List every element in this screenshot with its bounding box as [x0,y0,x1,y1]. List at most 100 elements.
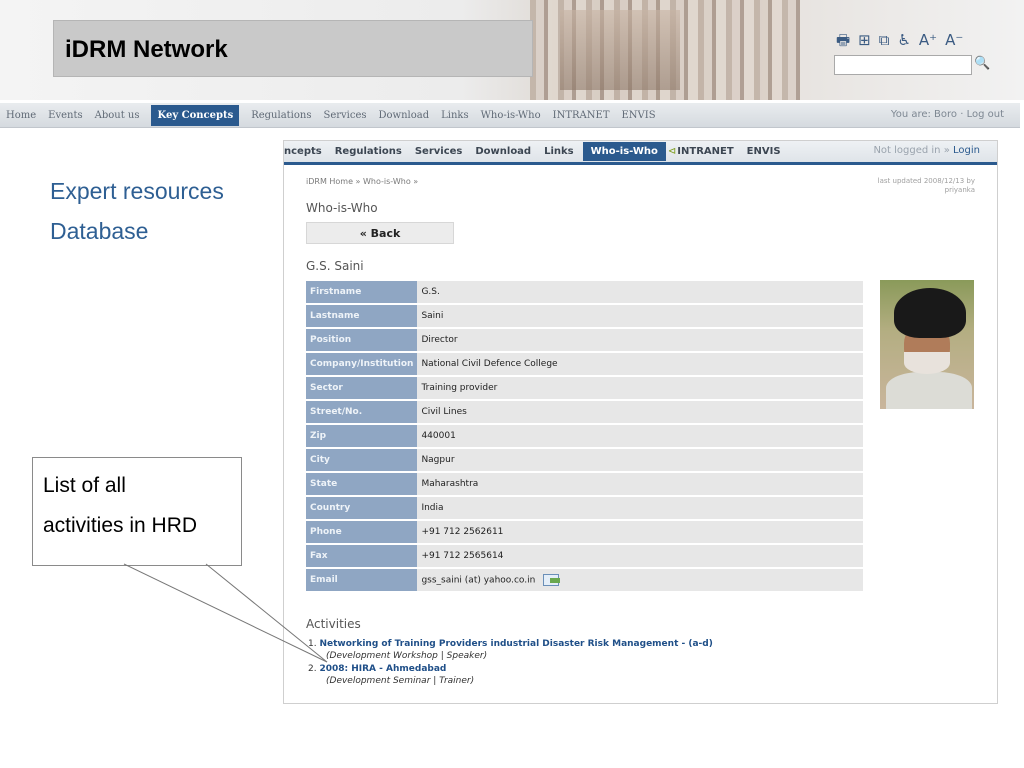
search-icon[interactable]: 🔍 [974,56,990,71]
field-value: Saini [417,305,863,327]
callout-line-1: List of all [43,474,126,497]
accessibility-icon[interactable]: ♿ [897,31,910,49]
field-label: Firstname [306,281,418,303]
activity-number: 2. [308,664,317,674]
outer-nav-links[interactable]: Links [441,110,468,121]
inner-nav-links[interactable]: Links [544,146,574,157]
outer-nav-envis[interactable]: ENVIS [622,110,656,121]
callout-box: List of all activities in HRD [32,457,242,566]
details-table: Firstname G.S. Lastname Saini Position Dire… [306,279,863,593]
outer-nav-download[interactable]: Download [379,110,430,121]
field-label: Fax [306,545,418,567]
field-label: Sector [306,377,418,399]
field-value: G.S. [417,281,863,303]
font-decrease-icon[interactable]: A⁻ [945,31,963,49]
list-item: 2. 2008: HIRA - Ahmedabad (Development S… [308,664,713,686]
slide-title: iDRM Network [65,36,228,63]
table-row: Zip 440001 [306,425,863,447]
inner-nav-regulations[interactable]: Regulations [335,146,402,157]
page-title: Who-is-Who [306,201,378,215]
back-button[interactable]: « Back [306,222,454,244]
table-row: Sector Training provider [306,377,863,399]
field-value: 440001 [417,425,863,447]
bullet-expert-resources: Expert resources [50,178,224,204]
table-row: Lastname Saini [306,305,863,327]
inner-nav-intranet[interactable]: INTRANET [677,146,733,157]
field-label: Country [306,497,418,519]
inner-nav-download[interactable]: Download [475,146,531,157]
print-icon[interactable]: 🖶 [836,31,850,49]
table-row: Country India [306,497,863,519]
sitemap-icon[interactable]: ⊞ [858,31,871,49]
login-status-text: Not logged in [873,145,941,156]
field-label: City [306,449,418,471]
title-box: iDRM Network [53,20,533,77]
breadcrumb: iDRM Home » Who-is-Who » [306,177,419,186]
outer-nav-intranet[interactable]: INTRANET [553,110,610,121]
table-row: Fax +91 712 2565614 [306,545,863,567]
field-label: Phone [306,521,418,543]
table-row: Street/No. Civil Lines [306,401,863,423]
field-value: Director [417,329,863,351]
activity-meta: (Development Workshop | Speaker) [326,651,488,661]
list-item: 1. Networking of Training Providers indu… [308,639,713,661]
table-row: Position Director [306,329,863,351]
email-text[interactable]: gss_saini (at) yahoo.co.in [421,576,535,586]
banner-photo-detail [560,10,680,90]
field-label: Position [306,329,418,351]
activities-list: 1. Networking of Training Providers indu… [308,639,713,689]
website-screenshot: ncepts Regulations Services Download Lin… [283,140,998,704]
field-label: Street/No. [306,401,418,423]
field-value: Maharashtra [417,473,863,495]
outer-nav-key-concepts[interactable]: Key Concepts [151,104,240,126]
font-increase-icon[interactable]: A⁺ [919,31,937,49]
bullet-database: Database [50,218,149,244]
intranet-icon: ⊲ [667,146,677,157]
field-value: Civil Lines [417,401,863,423]
outer-nav-about[interactable]: About us [95,110,140,121]
copy-icon[interactable]: ⧉ [879,31,890,49]
header-banner: iDRM Network 🖶 ⊞ ⧉ ♿ A⁺ A⁻ 🔍 [0,0,1024,100]
activity-number: 1. [308,639,317,649]
table-row: State Maharashtra [306,473,863,495]
activity-link[interactable]: 2008: HIRA - Ahmedabad [319,664,446,674]
outer-nav-services[interactable]: Services [323,110,366,121]
person-name: G.S. Saini [306,259,364,273]
field-label: Company/Institution [306,353,418,375]
table-row: Firstname G.S. [306,281,863,303]
person-photo [880,280,974,409]
inner-nav-concepts[interactable]: ncepts [284,146,322,157]
field-label: Lastname [306,305,418,327]
send-mail-icon[interactable] [543,574,561,586]
activity-meta: (Development Seminar | Trainer) [326,676,475,686]
inner-nav-envis[interactable]: ENVIS [747,146,781,157]
outer-nav-login[interactable]: You are: Boro · Log out [891,109,1004,120]
search-input[interactable] [834,55,972,75]
last-updated: last updated 2008/12/13 by priyanka [877,177,975,194]
outer-nav-events[interactable]: Events [48,110,82,121]
activity-link[interactable]: Networking of Training Providers industr… [319,639,712,649]
table-row: Email gss_saini (at) yahoo.co.in [306,569,863,591]
field-value-email: gss_saini (at) yahoo.co.in [417,569,863,591]
login-status: Not logged in » Login [873,145,980,156]
activities-heading: Activities [306,617,361,631]
inner-nav: ncepts Regulations Services Download Lin… [284,141,997,165]
field-value: +91 712 2565614 [417,545,863,567]
field-label: Zip [306,425,418,447]
table-row: Company/Institution National Civil Defenc… [306,353,863,375]
outer-nav: Home Events About us Key Concepts Regula… [0,103,1020,128]
outer-nav-home[interactable]: Home [6,110,36,121]
outer-nav-regulations[interactable]: Regulations [251,110,311,121]
field-value: India [417,497,863,519]
field-value: +91 712 2562611 [417,521,863,543]
field-value: National Civil Defence College [417,353,863,375]
table-row: City Nagpur [306,449,863,471]
outer-nav-who-is-who[interactable]: Who-is-Who [481,110,541,121]
callout-line-2: activities in HRD [43,514,198,537]
inner-nav-services[interactable]: Services [415,146,463,157]
login-link[interactable]: Login [953,145,980,156]
field-label: State [306,473,418,495]
field-value: Nagpur [417,449,863,471]
inner-nav-who-is-who[interactable]: Who-is-Who [582,142,666,161]
field-value: Training provider [417,377,863,399]
